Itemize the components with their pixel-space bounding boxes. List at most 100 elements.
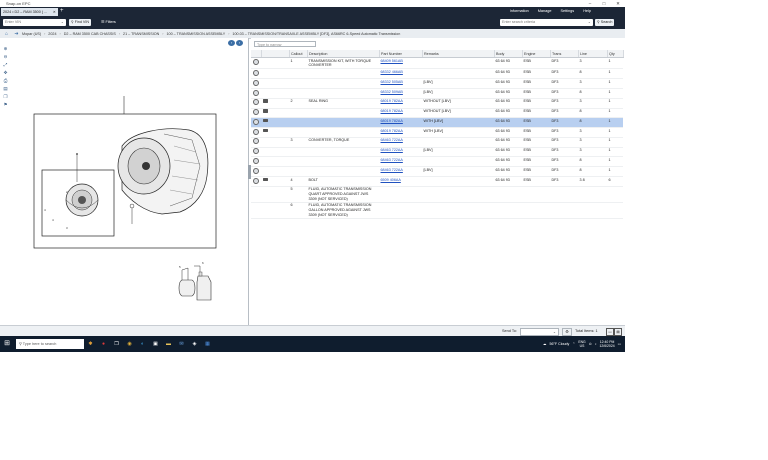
part-number-link[interactable]: 68463 722AA xyxy=(381,168,403,172)
layers-icon[interactable]: ▤ xyxy=(2,86,9,92)
breadcrumb-item[interactable]: 21 – TRANSMISSION xyxy=(123,32,159,36)
mail-icon[interactable]: ✉ xyxy=(177,339,186,349)
store-icon[interactable]: ▣ xyxy=(151,339,160,349)
part-number-link[interactable]: 68019 782AA xyxy=(381,129,403,133)
zoom-out-icon[interactable]: ⊖ xyxy=(2,54,9,60)
next-illustration-icon[interactable]: › xyxy=(236,40,243,46)
windows-start-icon[interactable]: ⊞ xyxy=(3,340,11,348)
part-number-link[interactable]: 68409 561AB xyxy=(381,59,403,63)
vin-input[interactable]: Enter VIN ⌄ xyxy=(3,19,66,26)
nav-arrow-icon[interactable]: ➜ xyxy=(13,31,20,37)
maximize-button[interactable]: □ xyxy=(597,0,611,7)
chevron-up-icon[interactable]: ⌃ xyxy=(572,342,575,346)
column-header[interactable]: Qty xyxy=(607,50,624,58)
menu-manage[interactable]: Manage xyxy=(538,8,552,15)
table-row[interactable]: 4 BOLT 6509 406AA 63 64 93 ESB DF3 3 86 xyxy=(251,176,623,187)
magnifier-icon[interactable] xyxy=(252,89,259,96)
magnifier-icon[interactable] xyxy=(252,148,259,155)
part-number-link[interactable]: 68332 505AB xyxy=(381,80,403,84)
table-row[interactable]: 68019 782AA WITHOUT [LBV] 63 64 93 ESB DF3 8 1 xyxy=(251,108,623,119)
table-row[interactable]: 68463 722AA [LBV] 63 64 93 ESB DF3 3 1 xyxy=(251,147,623,158)
part-number-link[interactable]: 68463 722AA xyxy=(381,148,403,152)
part-number-link[interactable]: 68019 782AA xyxy=(381,99,403,103)
tab-epc[interactable]: 2024 • D2 – RAM 3500 ( ... ✕ xyxy=(1,8,58,16)
breadcrumb-item[interactable]: Mopar (US) xyxy=(22,32,41,36)
breadcrumb-item[interactable]: 100 – TRANSMISSION ASSEMBLY xyxy=(167,32,226,36)
menu-information[interactable]: Information xyxy=(510,8,529,15)
flag-icon[interactable]: ⚑ xyxy=(2,102,9,108)
column-header[interactable]: Part Number xyxy=(379,50,423,58)
notification-icon[interactable]: ▭ xyxy=(618,342,621,346)
table-row[interactable]: 68019 782AA WITH [LBV] 63 64 93 ESB DF3 3 1 xyxy=(251,127,623,138)
app-icon[interactable]: ▦ xyxy=(203,339,212,349)
magnifier-icon[interactable] xyxy=(252,109,259,116)
part-number-link[interactable]: 68332 466AB xyxy=(381,70,403,74)
breadcrumb-item[interactable]: D2 – RAM 3500 CAB CHASSIS xyxy=(64,32,116,36)
menu-settings[interactable]: Settings xyxy=(560,8,574,15)
column-header[interactable]: Remarks xyxy=(422,50,495,58)
search-button[interactable]: ⚲ Search xyxy=(595,19,615,26)
column-header[interactable]: Trans xyxy=(550,50,579,58)
epc-app-icon[interactable]: ◈ xyxy=(190,339,199,349)
close-window-button[interactable]: ✕ xyxy=(611,0,625,7)
narrow-filter-input[interactable]: Type to narrow xyxy=(254,41,316,47)
widget-icon[interactable]: ✱ xyxy=(86,339,95,349)
magnifier-icon[interactable] xyxy=(252,177,259,184)
table-row[interactable]: 3 CONVERTER, TORQUE 68463 722AA 63 64 93 ESB… xyxy=(251,137,623,148)
part-number-link[interactable]: 68463 722AA xyxy=(381,138,403,142)
send-to-select[interactable]: ⌄ xyxy=(520,328,559,336)
weather-text[interactable]: 56°F Cloudy xyxy=(549,342,569,346)
column-header[interactable]: Body xyxy=(494,50,523,58)
table-row[interactable]: 2 SEAL RING 68019 782AA WITHOUT [LBV] 63 64 … xyxy=(251,98,623,109)
table-row[interactable]: 68332 466AB 63 64 93 ESB DF3 8 1 xyxy=(251,68,623,80)
search-input[interactable]: Enter search criteria ⌄ xyxy=(500,19,593,26)
find-vin-button[interactable]: ⚲ Find VIN xyxy=(69,19,92,26)
magnifier-icon[interactable] xyxy=(252,158,259,164)
fit-icon[interactable]: ⤢ xyxy=(2,62,9,68)
camera-icon[interactable] xyxy=(262,109,268,113)
part-number-link[interactable]: 68332 509AB xyxy=(381,90,403,94)
magnifier-icon[interactable] xyxy=(252,118,259,125)
gear-icon[interactable]: ⚙ xyxy=(562,328,572,336)
pan-icon[interactable]: ✥ xyxy=(2,70,9,76)
tab-close-icon[interactable]: ✕ xyxy=(53,10,56,14)
camera-icon[interactable] xyxy=(262,118,268,123)
camera-icon[interactable] xyxy=(262,177,268,182)
magnifier-icon[interactable] xyxy=(252,128,259,135)
table-row[interactable]: 68463 722AA 63 64 93 ESB DF3 8 1 xyxy=(251,156,623,168)
filters-button[interactable]: ☰ Filters xyxy=(101,19,116,26)
breadcrumb-item[interactable]: 2024 xyxy=(48,32,56,36)
clock[interactable]: 12:40 PM 12/6/2024 xyxy=(600,340,615,349)
network-icon[interactable]: ⊙ xyxy=(589,342,592,346)
magnifier-icon[interactable] xyxy=(252,79,259,86)
table-row[interactable]: 1 TRANSMISSION KIT, WITH TORQUE CONVERTER… xyxy=(251,57,623,70)
copy-icon[interactable]: ❐ xyxy=(2,94,9,100)
magnifier-icon[interactable] xyxy=(252,138,259,145)
breadcrumb-item[interactable]: 100.03 – TRANSMISSION/TRANSAXLE ASSEMBLY… xyxy=(232,32,400,36)
magnifier-icon[interactable] xyxy=(252,167,259,174)
column-header[interactable]: Description xyxy=(307,50,380,58)
record-icon[interactable]: ● xyxy=(99,339,108,349)
magnifier-icon[interactable] xyxy=(252,99,259,106)
file-explorer-icon[interactable]: ▬ xyxy=(164,339,173,349)
language-indicator[interactable]: ENG US xyxy=(578,340,585,349)
taskbar-search-input[interactable]: ⚲ Type here to search xyxy=(16,339,84,349)
home-icon[interactable]: ⌂ xyxy=(3,31,10,37)
column-header[interactable]: Callout xyxy=(289,50,308,58)
volume-icon[interactable]: ♪ xyxy=(595,342,597,346)
new-tab-button[interactable]: + xyxy=(60,8,64,15)
magnifier-icon[interactable] xyxy=(252,69,259,76)
zoom-in-icon[interactable]: ⊕ xyxy=(2,46,9,52)
table-row[interactable]: 68463 722AA [LBV] 63 64 93 ESB DF3 8 1 xyxy=(251,166,623,177)
column-header[interactable]: Line xyxy=(578,50,608,58)
chrome-icon[interactable]: ◉ xyxy=(125,339,134,349)
edge-icon[interactable]: ◐ xyxy=(138,339,147,349)
minimize-button[interactable]: – xyxy=(583,0,597,7)
list-view-icon[interactable]: ▤ xyxy=(614,328,622,336)
part-number-link[interactable]: 68019 782AA xyxy=(381,119,403,123)
column-header[interactable]: Engine xyxy=(522,50,551,58)
previous-illustration-icon[interactable]: ‹ xyxy=(228,40,235,46)
table-row[interactable]: 68332 509AB [LBV] 63 64 93 ESB DF3 8 1 xyxy=(251,88,623,99)
task-view-icon[interactable]: ❒ xyxy=(112,339,121,349)
camera-icon[interactable] xyxy=(262,99,268,103)
